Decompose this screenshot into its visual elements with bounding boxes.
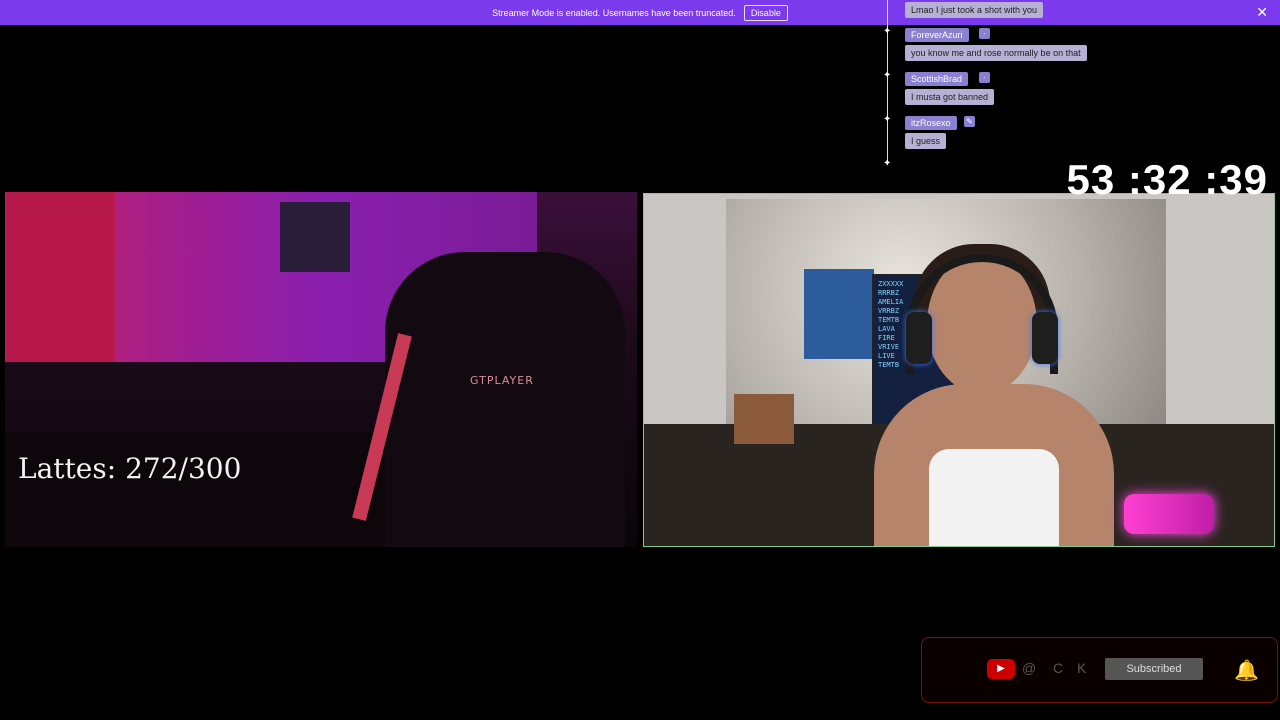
chair-logo: GTPLAYER [470,374,534,387]
right-camera-feed: ZXXXXX RRRBZ AMELIA VRRBZ TEMTB LAVA FIR… [643,193,1275,547]
chat-timeline [887,0,888,165]
shelf [280,202,350,272]
at-icon: @ [1022,660,1037,676]
gaming-chair [385,252,625,547]
monitor-text: ZXXXXX RRRBZ AMELIA VRRBZ TEMTB LAVA FIR… [878,280,904,369]
chat-dot-icon: ✦ [883,26,892,37]
shelf-unit [734,394,794,444]
chat-message-text: you know me and rose normally be on that [905,45,1087,61]
close-icon[interactable]: ✕ [1256,5,1268,19]
chat-message-text: Lmao I just took a shot with you [905,2,1044,18]
c-icon: C [1053,660,1064,676]
pillar [5,192,115,362]
chat-dot-icon: ✦ [883,70,892,81]
lattes-goal: Lattes: 272/300 [18,452,242,485]
chat-username: ScottishBrad [905,72,969,86]
pencil-badge-icon: ✎ [964,116,975,127]
chat-message-text: I musta got banned [905,89,995,105]
chat-dot-icon: ✦ [883,158,892,169]
bell-icon[interactable]: 🔔 [1234,658,1259,683]
disable-button[interactable]: Disable [743,4,788,21]
chat-dot-icon: ✦ [883,114,892,125]
banner-message: Streamer Mode is enabled. Usernames have… [492,7,736,18]
chat-username: ForeverAzuri [905,28,969,42]
left-camera-feed: GTPLAYER [5,192,637,547]
chat-overlay: Lmao I just took a shot with you ✦ Forev… [882,0,1212,170]
youtube-icon: ▶ [987,659,1015,679]
desk [5,432,405,547]
k-icon: K [1077,660,1087,676]
chat-badge-icon: · [979,28,990,39]
microphone [1124,494,1214,534]
chat-username: itzRosexo [905,116,957,130]
poster [804,269,874,359]
headset-earcup [906,312,932,364]
chat-message-text: I guess [905,133,947,149]
streamer-top [929,449,1059,546]
chat-badge-icon: · [979,72,990,83]
headset-earcup [1032,312,1058,364]
subscribed-button[interactable]: Subscribed [1105,658,1203,680]
subscribe-widget: ▶ @ C K Subscribed 🔔 [921,637,1278,703]
